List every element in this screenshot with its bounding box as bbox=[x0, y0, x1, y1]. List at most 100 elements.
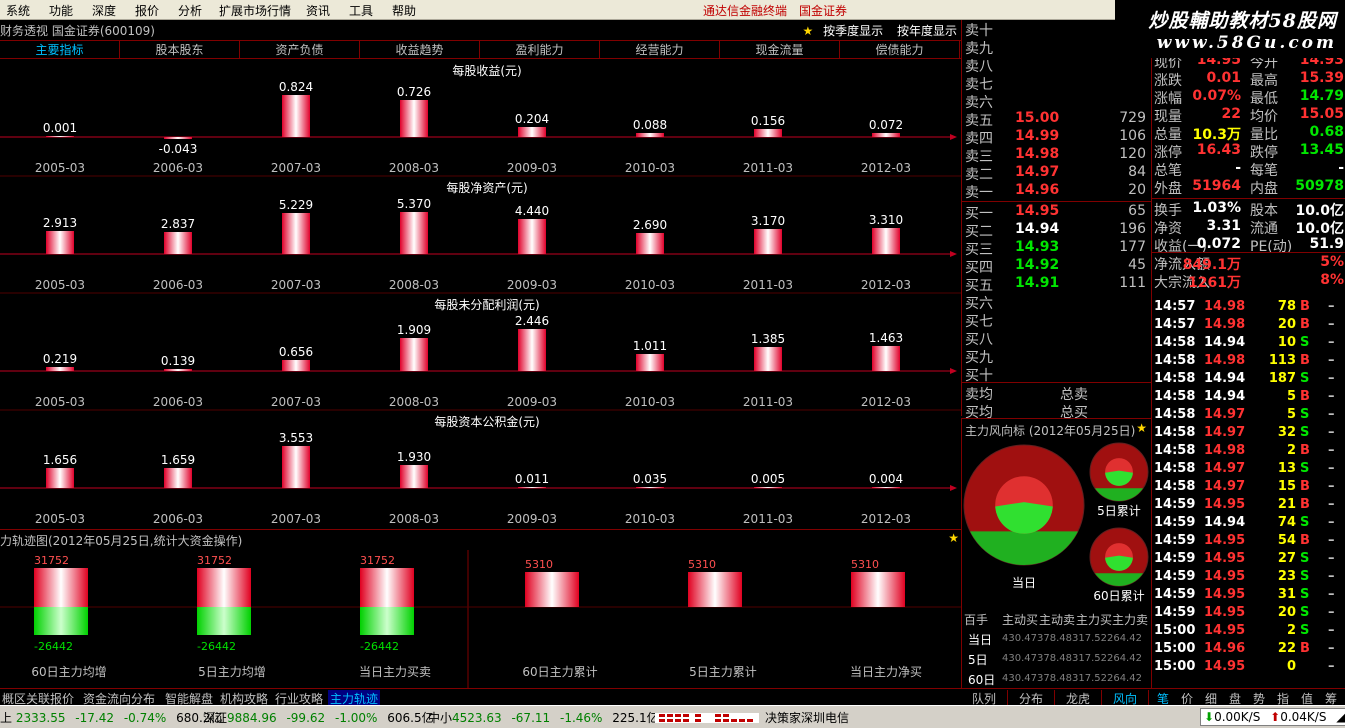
main-force-bar-3: 5310 60日主力累计 bbox=[522, 558, 597, 679]
ask-row[interactable]: 卖五 15.00 729 bbox=[962, 110, 1152, 129]
tick-price: 14.94 bbox=[1204, 371, 1246, 386]
tick-dash: – bbox=[1328, 641, 1335, 656]
ask-row[interactable]: 卖七 bbox=[962, 74, 1152, 93]
tab-finance-2[interactable]: 资产负债 bbox=[240, 41, 360, 59]
tick-direction: B bbox=[1300, 479, 1310, 494]
tick-row: 14:58 14.97 5 S – bbox=[1152, 407, 1345, 425]
quarterly-button[interactable]: 按季度显示 bbox=[823, 24, 883, 38]
tick-row: 14:58 14.97 15 B – bbox=[1152, 479, 1345, 497]
quote-row: 涨停 16.43 跌停 13.45 bbox=[1152, 142, 1345, 161]
bid-row[interactable]: 买五 14.91 111 bbox=[962, 275, 1152, 294]
quote-label: 最低 bbox=[1250, 91, 1278, 107]
resize-grip-icon[interactable]: ◢ bbox=[1336, 710, 1345, 724]
bid-row[interactable]: 买四 14.92 45 bbox=[962, 257, 1152, 276]
bid-row[interactable]: 买十 bbox=[962, 365, 1152, 384]
bar bbox=[282, 446, 310, 488]
sh-index[interactable]: 上 2333.55 -17.42 -0.74% 680.2亿 bbox=[0, 709, 222, 726]
avg-sell-row: 卖均 总卖 bbox=[962, 384, 1152, 403]
tick-direction: S bbox=[1300, 461, 1310, 476]
bid-row[interactable]: 买七 bbox=[962, 311, 1152, 330]
tab-finance-3[interactable]: 收益趋势 bbox=[360, 41, 480, 59]
bid-row[interactable]: 买一 14.95 65 bbox=[962, 203, 1152, 222]
tick-time: 14:58 bbox=[1154, 389, 1196, 404]
tick-price: 14.98 bbox=[1204, 353, 1246, 368]
bid-price: 14.91 bbox=[1015, 275, 1060, 291]
bid-row[interactable]: 买八 bbox=[962, 329, 1152, 348]
ask-label: 卖六 bbox=[965, 95, 993, 111]
star-icon[interactable]: ★ bbox=[1136, 421, 1147, 435]
tick-price: 14.95 bbox=[1204, 623, 1246, 638]
terminal-link[interactable]: 通达信金融终端 bbox=[703, 2, 787, 19]
top-value: 31752 bbox=[197, 554, 232, 567]
bar bbox=[46, 231, 74, 254]
quote-value: 50978 bbox=[1295, 178, 1344, 194]
period-label: 2010-03 bbox=[625, 512, 675, 526]
pie-5day: 5日累计 bbox=[1089, 442, 1149, 518]
bar bbox=[754, 487, 782, 488]
menu-item-analysis[interactable]: 分析 bbox=[178, 2, 202, 19]
menu-item-ext-market[interactable]: 扩展市场行情 bbox=[219, 2, 291, 19]
quote-value: 849.1万 bbox=[1182, 257, 1241, 273]
bar bbox=[518, 329, 546, 371]
tick-direction: S bbox=[1300, 623, 1310, 638]
ask-row[interactable]: 卖三 14.98 120 bbox=[962, 146, 1152, 165]
period-label: 2012-03 bbox=[861, 278, 911, 292]
main-force-bar-5: 5310 当日主力净买 bbox=[850, 558, 922, 679]
tab-finance-0[interactable]: 主要指标 bbox=[0, 41, 120, 59]
tab-finance-7[interactable]: 偿债能力 bbox=[840, 41, 960, 59]
data-label: 0.005 bbox=[751, 472, 785, 486]
ask-row[interactable]: 卖四 14.99 106 bbox=[962, 128, 1152, 147]
bid-row[interactable]: 买九 bbox=[962, 347, 1152, 366]
menu-item-help[interactable]: 帮助 bbox=[392, 2, 416, 19]
quote-value: 10.3万 bbox=[1192, 127, 1241, 143]
ask-row[interactable]: 卖二 14.97 84 bbox=[962, 164, 1152, 183]
bar bbox=[636, 487, 664, 488]
sz-index[interactable]: 深证9884.96 -99.62 -1.00% 606.5亿 bbox=[203, 709, 434, 726]
tab-finance-1[interactable]: 股本股东 bbox=[120, 41, 240, 59]
zx-index[interactable]: 中小4523.63 -67.11 -1.46% 225.1亿 bbox=[428, 709, 659, 726]
tick-price: 14.94 bbox=[1204, 515, 1246, 530]
menu-item-tools[interactable]: 工具 bbox=[349, 2, 373, 19]
star-icon[interactable]: ★ bbox=[948, 531, 959, 545]
annual-button[interactable]: 按年度显示 bbox=[897, 24, 957, 38]
data-label: 0.219 bbox=[43, 352, 77, 366]
bid-row[interactable]: 买六 bbox=[962, 293, 1152, 312]
ask-label: 卖九 bbox=[965, 41, 993, 57]
ask-row[interactable]: 卖一 14.96 20 bbox=[962, 182, 1152, 201]
quote-value: 1261万 bbox=[1188, 275, 1241, 291]
tab-finance-5[interactable]: 经营能力 bbox=[600, 41, 720, 59]
tab-finance-4[interactable]: 盈利能力 bbox=[480, 41, 600, 59]
broker-link[interactable]: 国金证券 bbox=[799, 2, 847, 19]
zx-value: 4523.63 bbox=[452, 711, 502, 725]
period-label: 2007-03 bbox=[271, 161, 321, 175]
ask-row[interactable]: 卖六 bbox=[962, 92, 1152, 111]
zx-amount: 225.1亿 bbox=[612, 711, 659, 725]
star-icon[interactable]: ★ bbox=[803, 24, 814, 38]
quote-value: 10.0亿 bbox=[1295, 203, 1344, 219]
menu-item-news[interactable]: 资讯 bbox=[306, 2, 330, 19]
menu-item-function[interactable]: 功能 bbox=[49, 2, 73, 19]
data-label: 2.913 bbox=[43, 216, 77, 230]
menu-item-depth[interactable]: 深度 bbox=[92, 2, 116, 19]
tick-dash: – bbox=[1328, 317, 1335, 332]
quote-label: 股本 bbox=[1250, 203, 1278, 219]
main-force-chart: 31752-2644260日主力均增31752-264425日主力均增31752… bbox=[0, 550, 961, 688]
menu-item-quote[interactable]: 报价 bbox=[135, 2, 159, 19]
period-label: 2011-03 bbox=[743, 395, 793, 409]
bid-row[interactable]: 买二 14.94 196 bbox=[962, 221, 1152, 240]
menu-item-system[interactable]: 系统 bbox=[6, 2, 30, 19]
bar bbox=[400, 465, 428, 488]
status-bar: 上 2333.55 -17.42 -0.74% 680.2亿 深证9884.96… bbox=[0, 705, 1345, 728]
server-name[interactable]: 决策家深圳电信 bbox=[765, 709, 849, 726]
tick-dash: – bbox=[1328, 443, 1335, 458]
tick-price: 14.95 bbox=[1204, 551, 1246, 566]
bottom-value: -26442 bbox=[34, 640, 73, 653]
inflow-bar bbox=[851, 572, 905, 607]
bid-row[interactable]: 买三 14.93 177 bbox=[962, 239, 1152, 258]
bid-volume: 111 bbox=[1119, 275, 1146, 291]
tab-finance-6[interactable]: 现金流量 bbox=[720, 41, 840, 59]
ask-row[interactable]: 卖八 bbox=[962, 56, 1152, 75]
tick-time: 14:58 bbox=[1154, 461, 1196, 476]
tick-direction: B bbox=[1300, 533, 1310, 548]
bottom-value: -26442 bbox=[197, 640, 236, 653]
